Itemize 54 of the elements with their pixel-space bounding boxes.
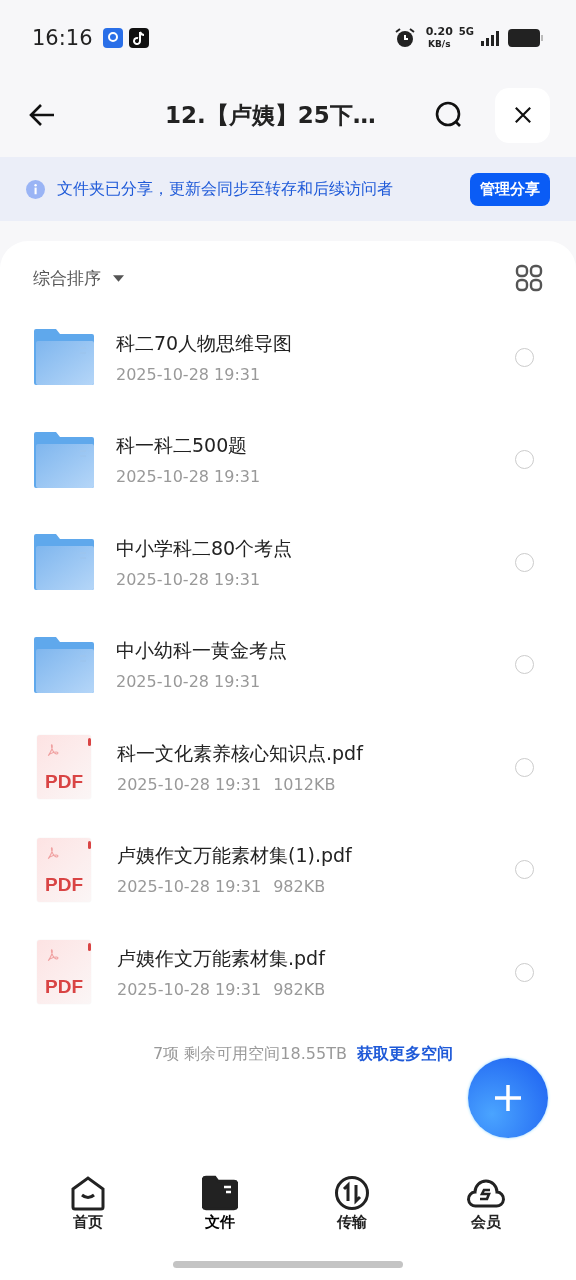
- sort-dropdown[interactable]: 综合排序: [33, 266, 124, 290]
- network-speed: 0.20: [425, 25, 453, 38]
- add-button[interactable]: [468, 1058, 548, 1138]
- file-name: 中小幼科一黄金考点: [116, 638, 288, 664]
- app-icon: [102, 27, 123, 48]
- network-type: 5G: [458, 26, 474, 37]
- file-name: 科一文化素养核心知识点.pdf: [117, 740, 365, 766]
- share-notice: 文件夹已分享，更新会同步至转存和后续访问者: [57, 178, 394, 200]
- file-row[interactable]: 中小学科二80个考点 2025-10-28 19:31: [0, 511, 576, 614]
- folder-title: 12.【卢姨】25下…: [164, 100, 377, 130]
- info-icon: [26, 179, 45, 199]
- close-button[interactable]: [495, 87, 550, 143]
- pdf-file-icon: PDF: [37, 837, 91, 902]
- grid-view-icon[interactable]: [515, 264, 543, 292]
- file-date: 2025-10-28 19:31: [116, 364, 261, 384]
- file-name: 中小学科二80个考点: [116, 535, 294, 561]
- signal-icon: [480, 29, 502, 46]
- folder-icon: [34, 329, 94, 386]
- file-date: 2025-10-28 19:31: [117, 877, 262, 897]
- plus-icon: [493, 1083, 523, 1113]
- file-name: 卢姨作文万能素材集(1).pdf: [117, 843, 353, 869]
- file-date: 2025-10-28 19:31: [116, 569, 261, 589]
- storage-summary: 7项 剩余可用空间18.55TB: [153, 1043, 347, 1065]
- nav-tab[interactable]: 会员: [466, 1175, 506, 1232]
- music-note-icon: [128, 27, 149, 48]
- file-name: 科二70人物思维导图: [116, 330, 294, 356]
- file-row[interactable]: PDF 卢姨作文万能素材集.pdf 2025-10-28 19:31 982KB: [0, 921, 576, 1024]
- speed-unit: KB/s: [428, 37, 451, 50]
- close-icon: [513, 106, 532, 124]
- file-row[interactable]: 中小幼科一黄金考点 2025-10-28 19:31: [0, 613, 576, 716]
- folder-icon: [34, 534, 94, 591]
- file-size: 982KB: [273, 979, 326, 999]
- file-date: 2025-10-28 19:31: [117, 979, 262, 999]
- file-row[interactable]: 科一科二500题 2025-10-28 19:31: [0, 408, 576, 511]
- file-row[interactable]: PDF 卢姨作文万能素材集(1).pdf 2025-10-28 19:31 982KB: [0, 818, 576, 921]
- caret-icon: [113, 274, 124, 282]
- file-size: 982KB: [273, 877, 326, 897]
- file-name: 科一科二500题: [116, 433, 249, 459]
- file-date: 2025-10-28 19:31: [117, 774, 262, 794]
- folder-icon: [34, 636, 94, 693]
- more-space-link[interactable]: 获取更多空间: [356, 1043, 453, 1065]
- file-name: 卢姨作文万能素材集.pdf: [117, 945, 327, 971]
- battery-icon: [508, 27, 544, 48]
- file-date: 2025-10-28 19:31: [116, 672, 261, 692]
- file-row[interactable]: 科二70人物思维导图 2025-10-28 19:31: [0, 306, 576, 409]
- file-date: 2025-10-28 19:31: [116, 467, 261, 487]
- pdf-file-icon: PDF: [37, 940, 91, 1005]
- pdf-file-icon: PDF: [37, 735, 91, 800]
- file-size: 1012KB: [273, 774, 336, 794]
- folder-icon: [34, 431, 94, 488]
- manage-share-button[interactable]: 管理分享: [470, 172, 550, 206]
- status-time: 16:16: [32, 25, 93, 50]
- alarm-icon: [393, 26, 416, 49]
- file-row[interactable]: PDF 科一文化素养核心知识点.pdf 2025-10-28 19:31 1012KB: [0, 716, 576, 819]
